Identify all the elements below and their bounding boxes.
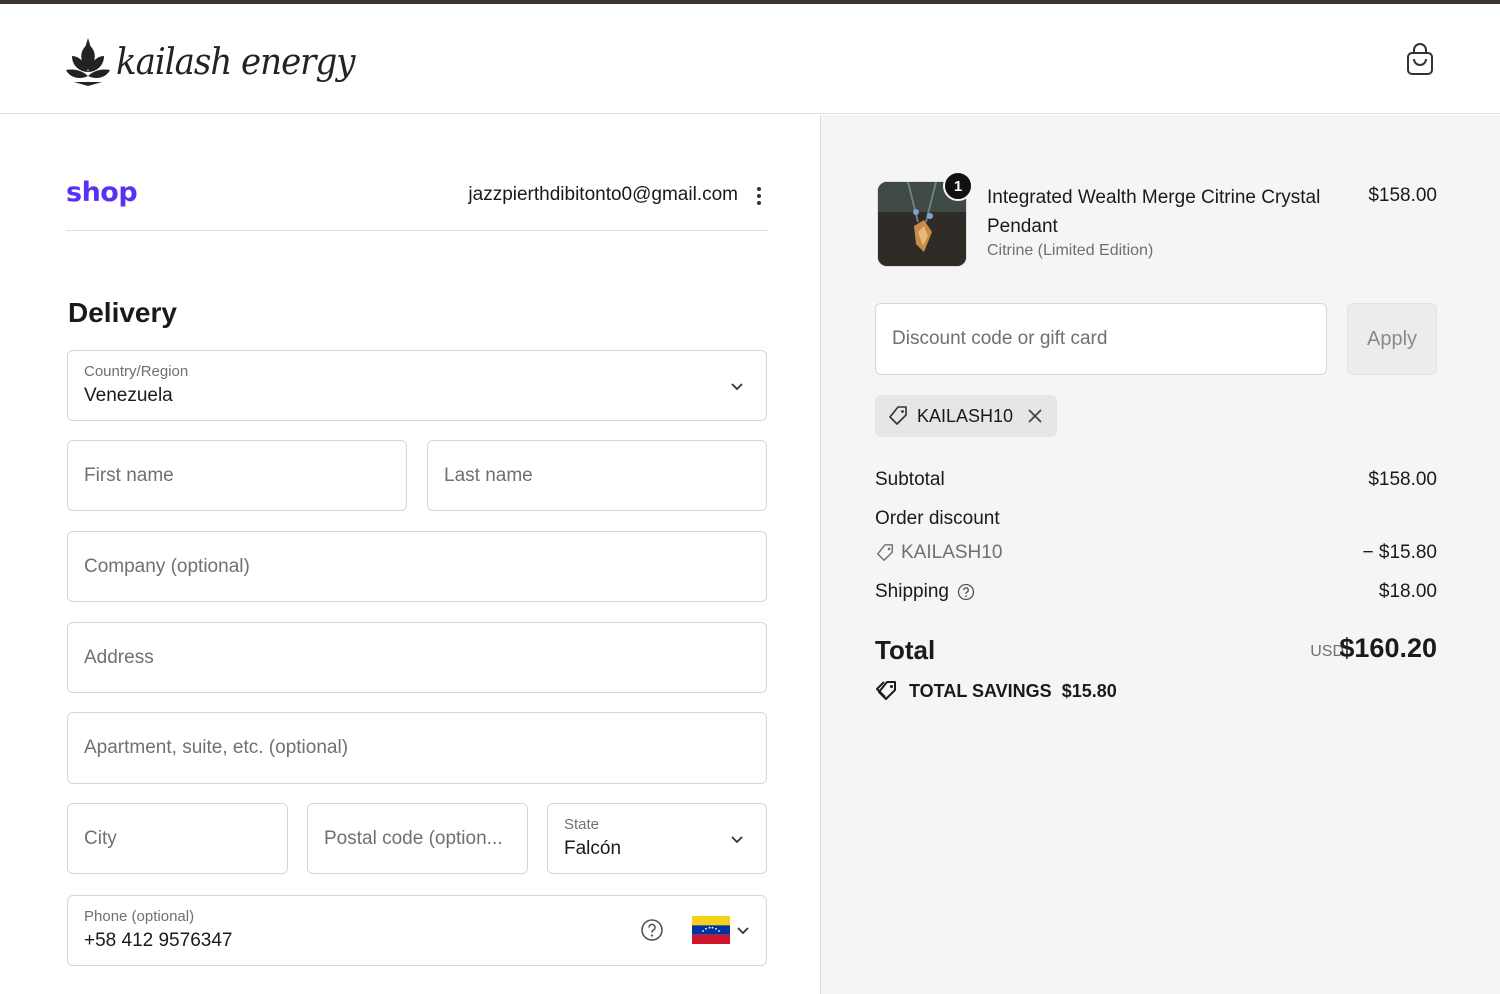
tag-icon (877, 544, 893, 561)
phone-value: +58 412 9576347 (84, 930, 233, 951)
state-label: State (564, 816, 600, 833)
shipping-value: $18.00 (1378, 581, 1437, 602)
total-label: Total (875, 635, 936, 665)
subtotal-value: $158.00 (1368, 469, 1437, 490)
subtotal-row: Subtotal $158.00 (875, 469, 1437, 491)
brand-name: kailash energy (116, 40, 355, 84)
savings-label: TOTAL SAVINGS (909, 680, 1052, 701)
address-input[interactable]: Address (67, 622, 767, 693)
shipping-label: Shipping (875, 581, 949, 602)
chevron-down-icon[interactable] (736, 923, 750, 937)
last-name-input[interactable]: Last name (427, 440, 767, 511)
product-price: $158.00 (1368, 185, 1437, 206)
company-input[interactable]: Company (optional) (67, 531, 767, 602)
brand-logo[interactable]: kailash energy (66, 34, 355, 90)
shipping-row: Shipping $18.00 (875, 581, 1437, 603)
country-value: Venezuela (84, 385, 173, 406)
lotus-icon (66, 38, 110, 86)
help-circle-icon[interactable] (957, 583, 975, 601)
address-placeholder: Address (84, 646, 154, 668)
savings-value: $15.80 (1061, 680, 1117, 701)
site-header: kailash energy (0, 4, 1500, 114)
chevron-down-icon (731, 835, 743, 843)
first-name-input[interactable]: First name (67, 440, 407, 511)
savings-tag-icon (876, 681, 896, 700)
quantity-badge: 1 (943, 171, 973, 201)
discount-value: − $15.80 (1362, 542, 1438, 563)
city-placeholder: City (84, 827, 117, 849)
discount-placeholder: Discount code or gift card (892, 328, 1108, 349)
applied-discount-chip: KAILASH10 (875, 395, 1058, 437)
help-circle-icon[interactable] (640, 918, 664, 942)
city-input[interactable]: City (67, 803, 288, 874)
postal-code-placeholder: Postal code (option... (324, 827, 503, 849)
company-placeholder: Company (optional) (84, 555, 250, 577)
order-discount-label: Order discount (875, 508, 1000, 529)
country-label: Country/Region (84, 363, 189, 380)
discount-code-label: KAILASH10 (901, 542, 1003, 563)
subtotal-label: Subtotal (875, 469, 945, 490)
apartment-input[interactable]: Apartment, suite, etc. (optional) (67, 712, 767, 784)
apply-button[interactable]: Apply (1347, 303, 1437, 375)
discount-code-row: KAILASH10 − $15.80 (875, 542, 1437, 564)
shop-pay-logo: shop (66, 177, 138, 208)
chevron-down-icon (731, 382, 743, 390)
order-discount-row: Order discount (875, 508, 1437, 530)
postal-code-input[interactable]: Postal code (option... (307, 803, 528, 874)
total-value: $160.20 (1339, 633, 1437, 663)
apartment-placeholder: Apartment, suite, etc. (optional) (84, 737, 349, 758)
country-select[interactable]: Country/Region Venezuela (67, 350, 767, 421)
phone-label: Phone (optional) (84, 908, 195, 925)
product-name: Integrated Wealth Merge Citrine Crystal … (987, 187, 1321, 237)
order-summary-panel: 1 Integrated Wealth Merge Citrine Crysta… (820, 115, 1500, 994)
shopping-bag-icon[interactable] (1404, 42, 1436, 76)
delivery-heading: Delivery (68, 297, 177, 328)
tag-icon (889, 406, 907, 425)
product-variant: Citrine (Limited Edition) (987, 242, 1154, 259)
first-name-placeholder: First name (84, 464, 174, 486)
state-select[interactable]: State Falcón (547, 803, 767, 874)
checkout-form-panel: shop jazzpierthdibitonto0@gmail.com Deli… (0, 115, 820, 994)
phone-input[interactable]: Phone (optional) +58 412 9576347 (67, 895, 767, 966)
total-savings: TOTAL SAVINGS $15.80 (875, 679, 1117, 703)
venezuela-flag-icon[interactable] (692, 916, 730, 944)
last-name-placeholder: Last name (444, 464, 533, 486)
shop-account-row: shop jazzpierthdibitonto0@gmail.com (66, 175, 768, 231)
kebab-menu-icon[interactable] (754, 185, 764, 207)
discount-code-input[interactable]: Discount code or gift card (875, 303, 1327, 375)
state-value: Falcón (564, 838, 622, 859)
close-icon[interactable] (1027, 408, 1043, 424)
applied-code: KAILASH10 (917, 405, 1014, 426)
account-email: jazzpierthdibitonto0@gmail.com (468, 184, 738, 205)
